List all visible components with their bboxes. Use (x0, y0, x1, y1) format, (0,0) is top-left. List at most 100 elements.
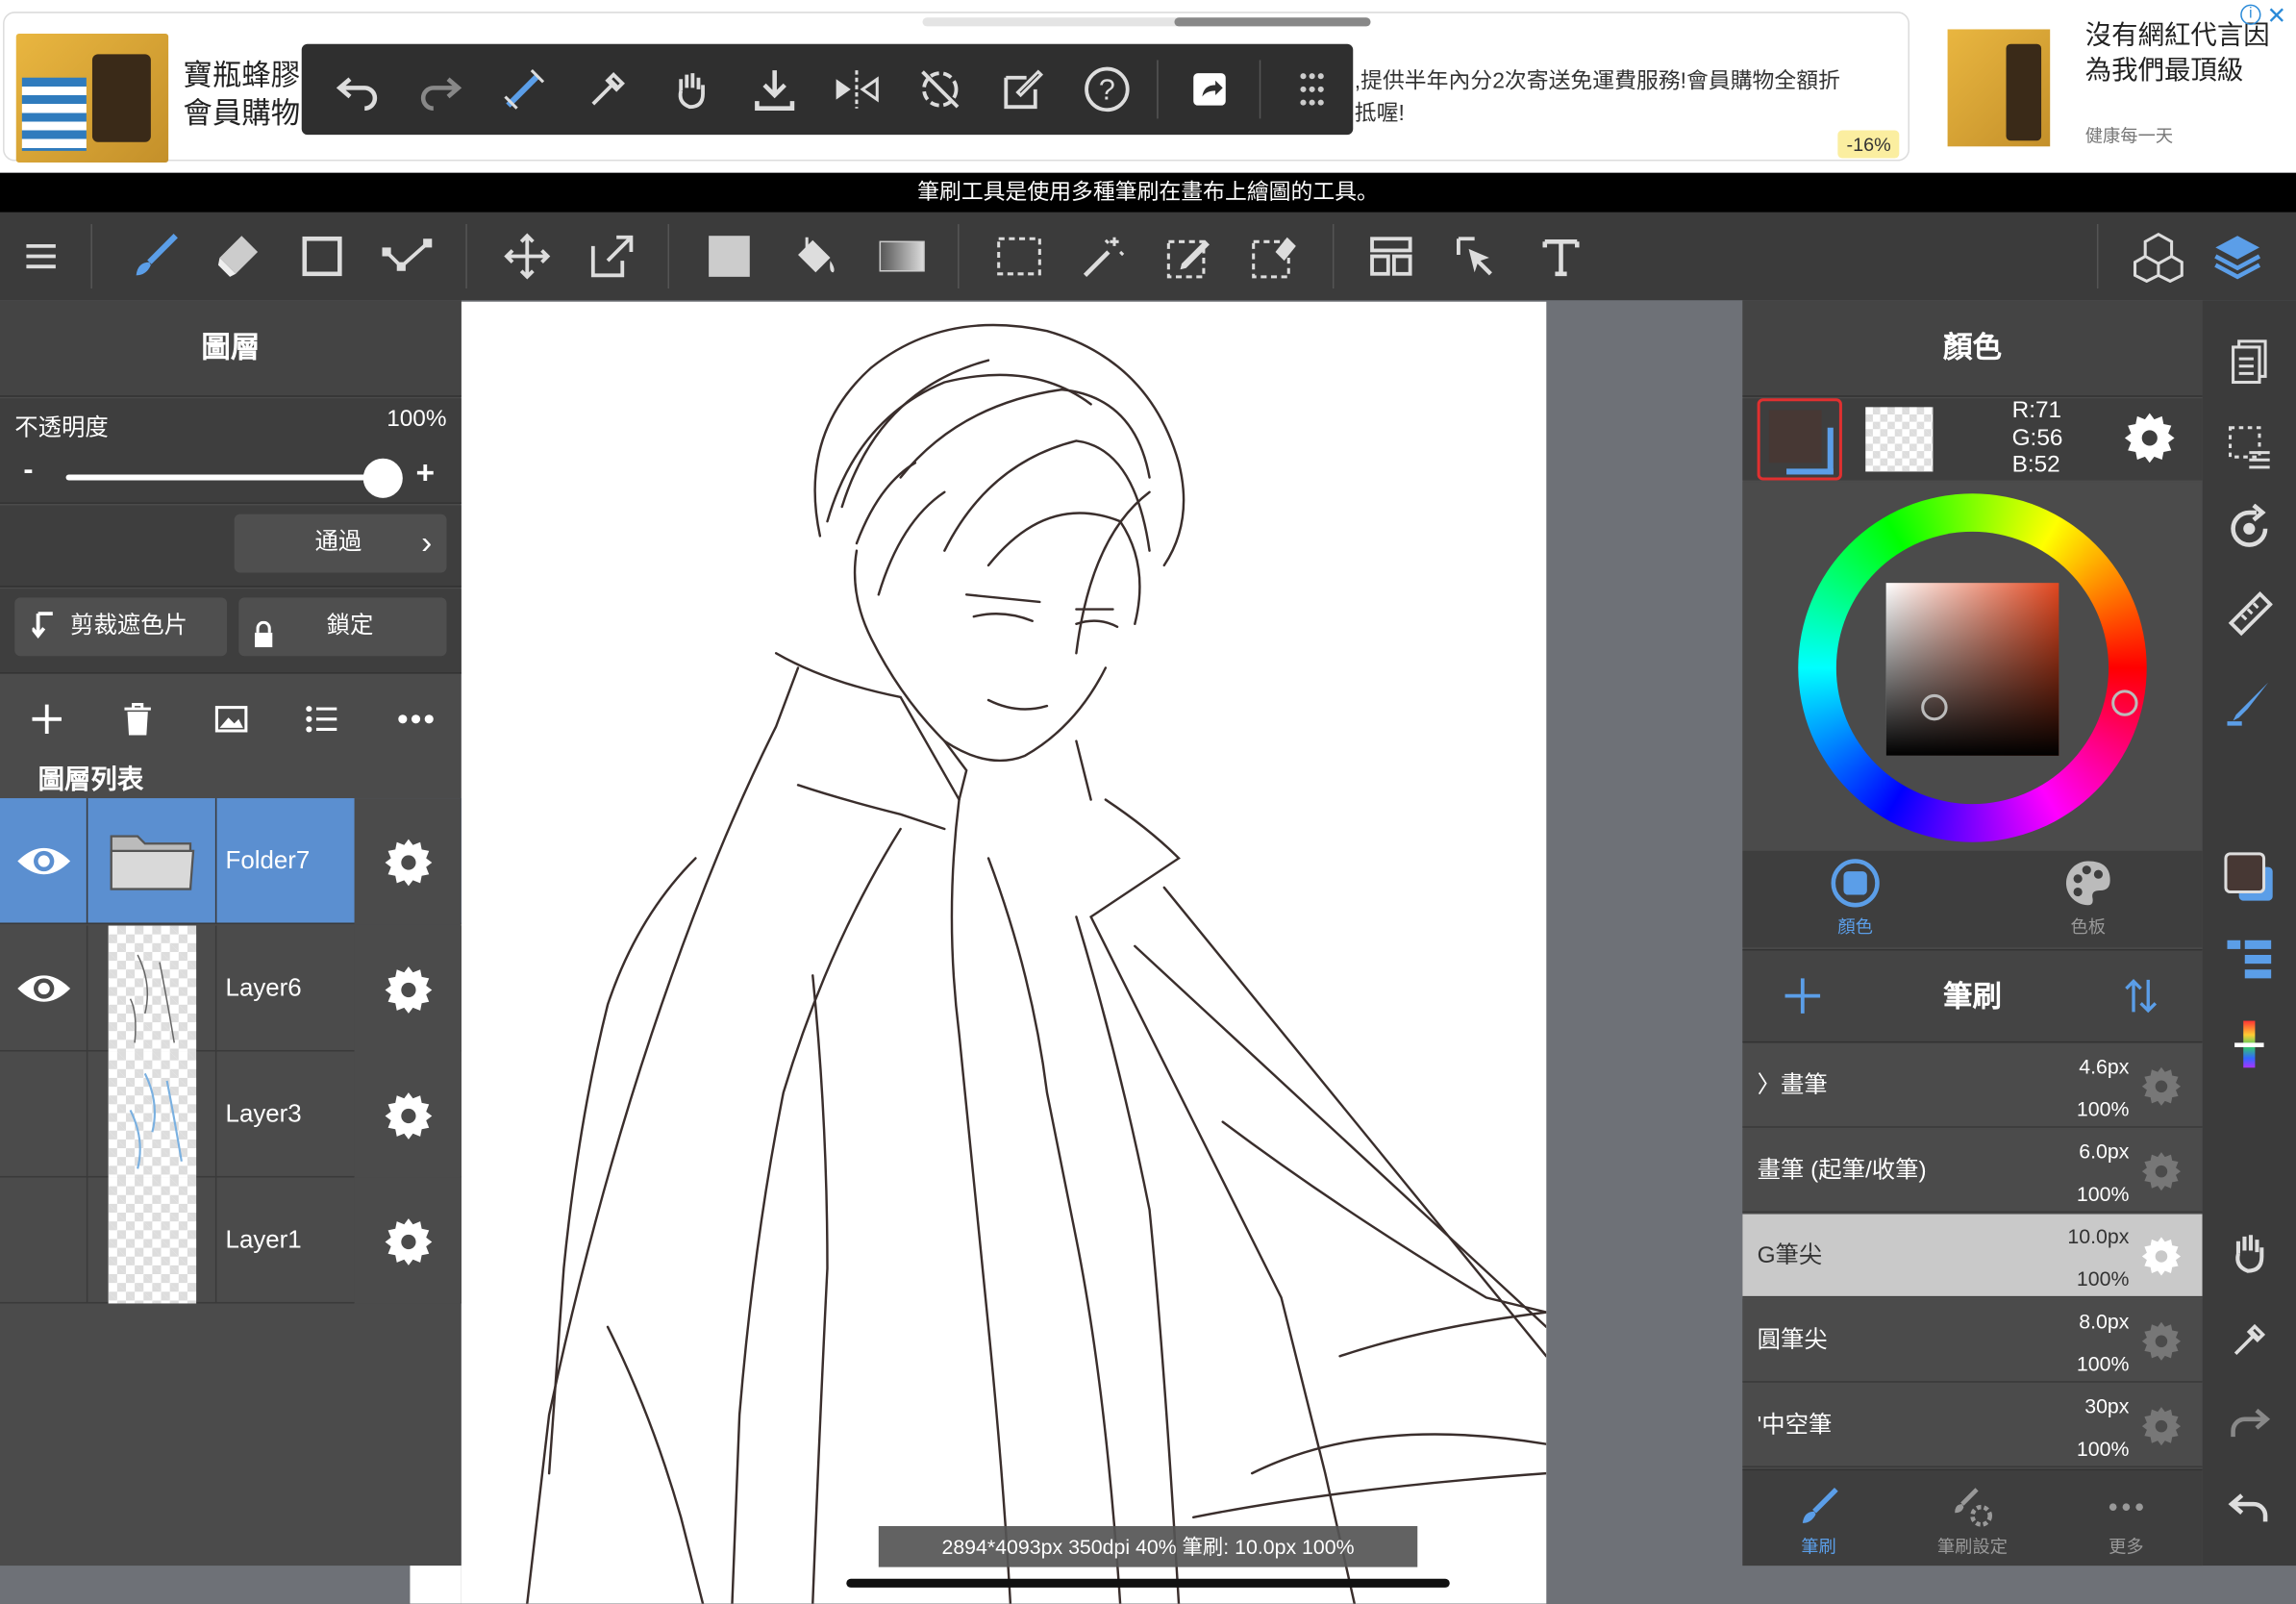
redo-rail-icon[interactable] (2220, 1392, 2279, 1451)
blend-mode-button[interactable]: 通過 › (234, 514, 447, 573)
undo-rail-icon[interactable] (2220, 1478, 2279, 1537)
pages-icon[interactable] (2220, 333, 2279, 391)
tab-more[interactable]: 更多 (2053, 1485, 2199, 1558)
opacity-increase-button[interactable]: + (416, 454, 436, 492)
gear-icon[interactable] (354, 925, 462, 1052)
magic-wand-tool-icon[interactable] (1063, 213, 1145, 300)
brush-item[interactable]: 〉畫筆 4.6px 100% (1742, 1043, 2203, 1128)
layers-icon[interactable] (2197, 213, 2279, 300)
tab-brush-settings-label: 筆刷設定 (1936, 1536, 2009, 1557)
toolbar-divider (667, 224, 670, 289)
gear-icon[interactable] (2141, 1150, 2183, 1198)
saturation-value-square[interactable] (1885, 583, 2059, 756)
hand-rail-icon[interactable] (2220, 1223, 2279, 1282)
hue-cursor[interactable] (2111, 689, 2138, 716)
hand-icon[interactable] (649, 44, 733, 135)
help-icon[interactable]: ? (1065, 44, 1149, 135)
vector-tool-icon[interactable] (366, 213, 448, 300)
rotate-view-icon[interactable] (2220, 499, 2279, 558)
select-tool-icon[interactable] (978, 213, 1060, 300)
gear-icon[interactable] (354, 1051, 462, 1178)
select-pen-tool-icon[interactable] (1148, 213, 1230, 300)
ad-close-icon[interactable]: ✕ (2267, 2, 2286, 31)
gear-icon[interactable] (2123, 410, 2176, 469)
opacity-decrease-button[interactable]: - (23, 454, 33, 488)
redo-icon[interactable] (400, 44, 484, 135)
eye-slot[interactable] (0, 1051, 88, 1178)
rotate-reset-icon[interactable] (899, 44, 983, 135)
add-layer-icon[interactable] (17, 689, 76, 748)
frame-divider-tool-icon[interactable] (1350, 213, 1432, 300)
eyedropper-icon[interactable] (566, 44, 650, 135)
sv-cursor[interactable] (1921, 693, 1948, 721)
color-picker[interactable] (1742, 482, 2203, 851)
bucket-tool-icon[interactable] (773, 213, 855, 300)
gear-icon[interactable] (2141, 1319, 2183, 1367)
opacity-slider-knob[interactable] (362, 458, 403, 498)
flip-icon[interactable] (815, 44, 899, 135)
image-layer-icon[interactable] (202, 689, 261, 748)
sort-icon[interactable] (2123, 977, 2159, 1022)
delete-layer-icon[interactable] (109, 689, 167, 748)
tab-brush[interactable]: 筆刷 (1745, 1485, 1891, 1558)
transform-tool-icon[interactable] (571, 213, 653, 300)
select-eraser-tool-icon[interactable] (1233, 213, 1314, 300)
layer-list-icon[interactable] (293, 689, 352, 748)
eraser-tool-icon[interactable] (196, 213, 278, 300)
more-options-icon[interactable] (387, 689, 445, 748)
gear-icon[interactable] (354, 798, 462, 925)
eyedropper-rail-icon[interactable] (2220, 1311, 2279, 1369)
gear-icon[interactable] (354, 1177, 462, 1304)
transparent-color-swatch[interactable] (1865, 407, 1934, 472)
shape-tool-icon[interactable] (281, 213, 362, 300)
color-swatch-rail-icon[interactable] (2220, 848, 2279, 907)
visibility-eye-icon[interactable] (0, 925, 88, 1052)
brush-item[interactable]: 圓筆尖 8.0px 100% (1742, 1298, 2203, 1383)
undo-icon[interactable] (316, 44, 400, 135)
3d-material-icon[interactable] (2117, 213, 2199, 300)
selection-layer-icon[interactable] (2220, 417, 2279, 476)
eye-slot[interactable] (0, 1177, 88, 1304)
layer-row-layer3[interactable]: Layer3 (0, 1051, 462, 1178)
menu-icon[interactable] (0, 213, 82, 300)
layer-row-layer6[interactable]: Layer6 (0, 925, 462, 1052)
share-icon[interactable] (1167, 44, 1251, 135)
move-tool-icon[interactable] (487, 213, 568, 300)
snap-pen-icon[interactable] (2220, 672, 2279, 731)
operation-tool-icon[interactable] (1435, 213, 1517, 300)
gear-icon[interactable] (2141, 1235, 2183, 1283)
ad-description[interactable]: ,提供半年內分2次寄送免運費服務!會員購物全額折抵喔! (1355, 66, 1853, 131)
download-icon[interactable] (733, 44, 816, 135)
brush-item[interactable]: '中空筆 30px 100% (1742, 1384, 2203, 1468)
clipping-mask-button[interactable]: 剪裁遮色片 (14, 597, 228, 657)
edit-frame-icon[interactable] (982, 44, 1065, 135)
ad-title[interactable]: 寶瓶蜂膠 會員購物 (183, 57, 314, 133)
rgb-readout: R:71 G:56 B:52 (2012, 398, 2063, 480)
gear-icon[interactable] (2141, 1405, 2183, 1453)
transform-brush-icon[interactable] (483, 44, 566, 135)
color-bar-icon[interactable] (2220, 1015, 2279, 1073)
tab-palette[interactable]: 色板 (2015, 857, 2161, 939)
ruler-icon[interactable] (2220, 585, 2279, 643)
opacity-slider-track[interactable] (65, 474, 383, 481)
ad2-title[interactable]: 沒有網紅代言因為我們最頂級 (2085, 17, 2290, 88)
fill-color-tool-icon[interactable] (688, 213, 770, 300)
home-indicator[interactable] (846, 1578, 1450, 1588)
tab-color[interactable]: 顏色 (1782, 857, 1928, 939)
brush-tool-icon[interactable] (114, 213, 196, 300)
foreground-color-swatch[interactable] (1757, 398, 1842, 481)
tab-brush-settings[interactable]: 筆刷設定 (1899, 1485, 2045, 1558)
brush-item-selected[interactable]: G筆尖 10.0px 100% (1742, 1214, 2203, 1298)
gear-icon[interactable] (2141, 1065, 2183, 1113)
layer-row-layer1[interactable]: Layer1 (0, 1177, 462, 1304)
lock-button[interactable]: 鎖定 (238, 597, 447, 657)
brush-item[interactable]: 畫筆 (起筆/收筆) 6.0px 100% (1742, 1129, 2203, 1214)
layer-row-folder7[interactable]: Folder7 (0, 798, 462, 925)
text-tool-icon[interactable] (1520, 213, 1602, 300)
layer-properties-icon[interactable] (2220, 930, 2279, 989)
gradient-tool-icon[interactable] (861, 213, 943, 300)
grip-icon[interactable] (1270, 44, 1354, 135)
drawing-canvas[interactable] (461, 301, 1547, 1604)
visibility-eye-icon[interactable] (0, 798, 88, 925)
ad-info-icon[interactable]: i (2240, 4, 2261, 25)
